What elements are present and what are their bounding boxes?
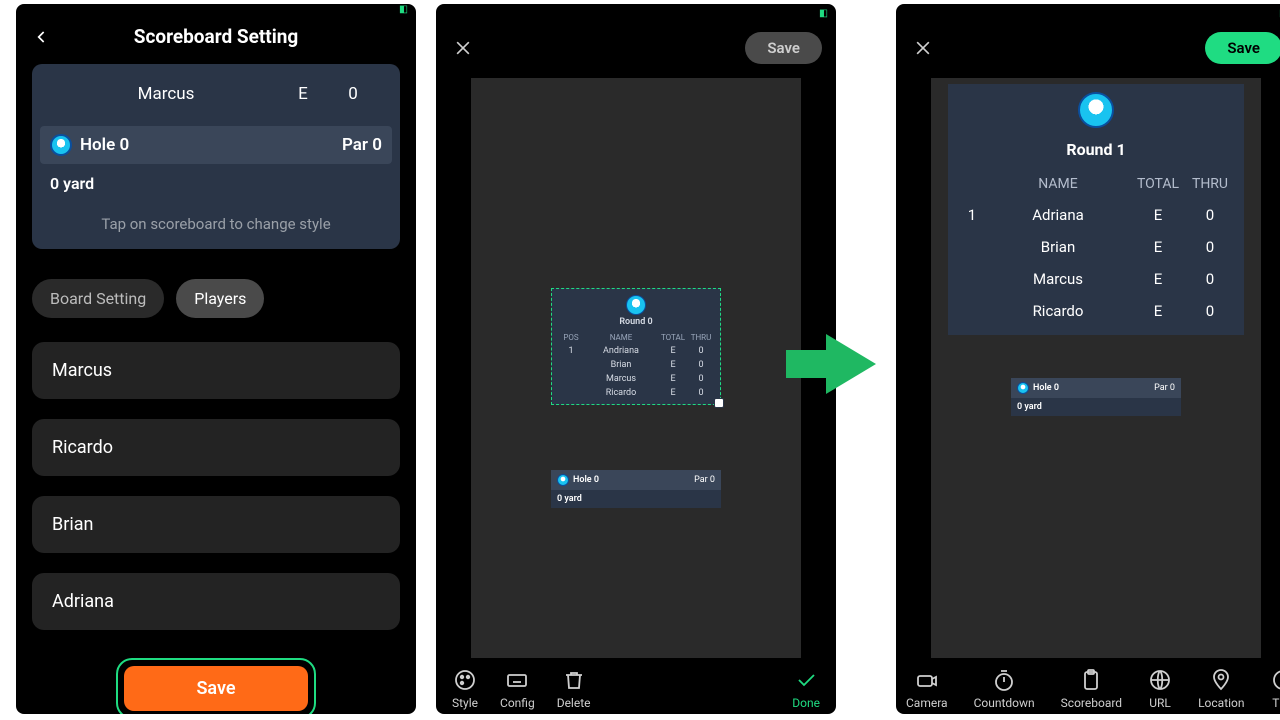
config-button[interactable]: Config [500,668,535,710]
toolbar: Camera Countdown Scoreboard URL Location [896,660,1280,714]
save-button[interactable]: Save [124,666,308,711]
yard-label: 0 yard [551,490,721,508]
tab-board-setting[interactable]: Board Setting [32,279,164,318]
transition-arrow-icon [856,4,886,394]
pin-icon [1209,668,1233,692]
done-button[interactable]: Done [792,668,820,710]
par-label: Par 0 [342,135,382,155]
scoreboard-preview[interactable]: Marcus E 0 Hole 0 Par 0 0 yard Tap on sc… [32,64,400,249]
header: Save [896,22,1280,74]
header: Save [436,22,836,74]
hole-label: Hole 0 [80,135,342,155]
camera-icon [915,668,939,692]
scoreboard-widget[interactable]: Round 1 NAME TOTAL THRU 1 Adriana E 0 Br… [948,84,1244,335]
clock-icon [1271,668,1280,692]
round-title: Round 0 [552,317,720,327]
tabs: Board Setting Players [32,279,400,318]
scoreboard-button[interactable]: Scoreboard [1061,668,1122,710]
table-row: Brian E 0 [552,358,720,372]
battery-icon: ▮▯ [399,4,406,15]
delete-button[interactable]: Delete [557,668,591,710]
golf-logo-icon [557,474,569,486]
preview-total: E [278,84,328,104]
preview-thru: 0 [328,84,378,104]
table-row: Brian E 0 [948,231,1244,263]
status-bar: ▮▯ [436,4,836,22]
close-icon[interactable] [450,35,476,61]
table-row: 1 Andriana E 0 [552,344,720,358]
style-button[interactable]: Style [452,668,478,710]
golf-logo-icon [50,134,72,156]
countdown-button[interactable]: Countdown [974,668,1035,710]
screen-layout-preview: ▮▯ Save Round 1 NAME TOTAL THRU 1 Adrian… [896,4,1280,714]
hole-row: Hole 0 Par 0 [40,126,392,164]
table-row: Marcus E 0 [552,372,720,386]
header: Scoreboard Setting [16,15,416,58]
player-item[interactable]: Brian [32,496,400,553]
hole-widget[interactable]: Hole 0 Par 0 0 yard [551,470,721,508]
editor-canvas[interactable]: Round 0 POS NAME TOTAL THRU 1 Andriana E… [471,78,801,658]
player-item[interactable]: Marcus [32,342,400,399]
keyboard-icon [505,668,529,692]
golf-logo-icon [1017,382,1029,394]
hole-label: Hole 0 [573,475,690,485]
status-bar: ▮▯ [896,4,1280,22]
check-icon [794,668,818,692]
stopwatch-icon [992,668,1016,692]
globe-icon [1148,668,1172,692]
table-header: POS NAME TOTAL THRU [552,331,720,344]
golf-logo-icon [626,295,646,315]
resize-handle-icon[interactable] [714,398,724,408]
palette-icon [453,668,477,692]
yard-label: 0 yard [32,164,400,193]
screen-scoreboard-setting: ▮▯ Scoreboard Setting Marcus E 0 Hole 0 … [16,4,416,714]
trash-icon [562,668,586,692]
status-bar: ▮▯ [16,4,416,15]
editor-canvas[interactable]: Round 1 NAME TOTAL THRU 1 Adriana E 0 Br… [931,78,1261,658]
location-button[interactable]: Location [1198,668,1244,710]
table-row: Marcus E 0 [948,263,1244,295]
player-item[interactable]: Ricardo [32,419,400,476]
save-button[interactable]: Save [745,32,822,64]
table-row: Ricardo E 0 [552,386,720,400]
toolbar: Style Config Delete Done [436,660,836,714]
yard-label: 0 yard [1011,398,1181,416]
table-row: 1 Adriana E 0 [948,199,1244,231]
preview-player-name: Marcus [54,84,278,104]
page-title: Scoreboard Setting [32,25,400,48]
tab-players[interactable]: Players [176,279,264,318]
scoreboard-widget[interactable]: Round 0 POS NAME TOTAL THRU 1 Andriana E… [551,288,721,405]
table-row: Ricardo E 0 [948,295,1244,327]
par-label: Par 0 [1154,383,1175,393]
battery-icon: ▮▯ [819,8,826,19]
round-title: Round 1 [948,134,1244,169]
save-button-highlight: Save [116,658,316,714]
camera-button[interactable]: Camera [906,668,948,710]
url-button[interactable]: URL [1148,668,1172,710]
clipboard-icon [1079,668,1103,692]
hole-widget[interactable]: Hole 0 Par 0 0 yard [1011,378,1181,416]
player-item[interactable]: Adriana [32,573,400,630]
table-header: NAME TOTAL THRU [948,169,1244,199]
close-icon[interactable] [910,35,936,61]
golf-logo-icon [1078,92,1114,128]
screen-editor: ▮▯ Save Round 0 POS NAME TOTAL THRU 1 An… [436,4,836,714]
tap-hint: Tap on scoreboard to change style [32,193,400,233]
hole-label: Hole 0 [1033,383,1150,393]
par-label: Par 0 [694,475,715,485]
save-button[interactable]: Save [1205,32,1280,64]
time-button[interactable]: Tim [1271,668,1280,710]
preview-row: Marcus E 0 [32,76,400,112]
